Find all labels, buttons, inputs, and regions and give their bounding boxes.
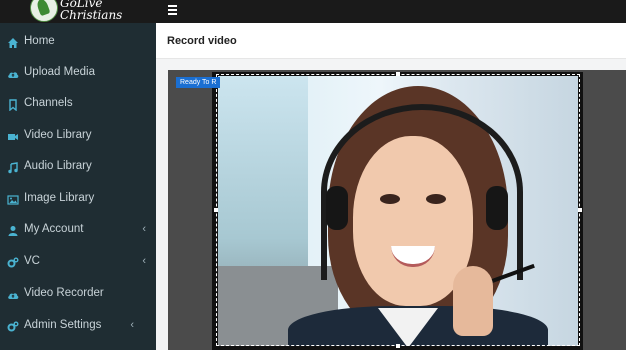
sidebar-item-label: Image Library (24, 192, 95, 204)
sidebar-item-audio-library[interactable]: Audio Library (0, 153, 156, 183)
hamburger-icon[interactable] (168, 5, 177, 15)
sidebar-item-channels[interactable]: Channels (0, 90, 156, 120)
chevron-left-icon: ‹ (142, 223, 146, 235)
selection-box[interactable] (216, 74, 580, 346)
sidebar-item-label: Home (24, 35, 55, 47)
sidebar-item-label: Video Recorder (24, 287, 104, 299)
sidebar-item-label: Audio Library (24, 160, 92, 172)
sidebar-item-vc[interactable]: VC ‹ (0, 248, 156, 278)
sidebar-item-label: VC (24, 255, 40, 267)
sidebar-item-admin-settings[interactable]: Admin Settings ‹ (0, 312, 156, 342)
sidebar-item-image-library[interactable]: Image Library (0, 185, 156, 215)
chevron-left-icon: ‹ (130, 319, 134, 331)
brand-line2: Christians (60, 8, 123, 22)
status-badge: Ready To R (176, 77, 220, 88)
resize-handle[interactable] (396, 72, 400, 76)
gears-icon (7, 321, 19, 333)
video-camera-icon (7, 131, 19, 143)
top-navbar (156, 0, 626, 23)
cloud-upload-icon (7, 68, 19, 80)
sidebar: GoLive Christians Home Upload Media Chan… (0, 0, 156, 350)
sidebar-item-label: Admin Settings (24, 319, 102, 331)
chevron-left-icon: ‹ (142, 255, 146, 267)
page-header: Record video (156, 23, 626, 59)
user-icon (7, 225, 19, 237)
page-title: Record video (167, 35, 237, 47)
sidebar-item-video-recorder[interactable]: Video Recorder (0, 280, 156, 310)
resize-handle[interactable] (214, 208, 218, 212)
gears-icon (7, 257, 19, 269)
bookmark-icon (7, 99, 19, 111)
sidebar-item-label: Channels (24, 97, 73, 109)
sidebar-item-my-account[interactable]: My Account ‹ (0, 216, 156, 246)
sidebar-item-video-library[interactable]: Video Library (0, 122, 156, 152)
sidebar-item-upload-media[interactable]: Upload Media (0, 59, 156, 89)
sidebar-item-label: My Account (24, 223, 84, 235)
sidebar-item-home[interactable]: Home (0, 28, 156, 58)
resize-handle[interactable] (396, 344, 400, 348)
sidebar-item-label: Video Library (24, 129, 92, 141)
resize-handle[interactable] (578, 208, 582, 212)
logo-dove-icon (30, 0, 58, 22)
brand-name: GoLive Christians (60, 0, 122, 21)
image-icon (7, 194, 19, 206)
sidebar-item-label: Upload Media (24, 66, 95, 78)
home-icon (7, 37, 19, 49)
brand-logo[interactable]: GoLive Christians (0, 0, 156, 23)
music-note-icon (7, 162, 19, 174)
cloud-upload-icon (7, 289, 19, 301)
